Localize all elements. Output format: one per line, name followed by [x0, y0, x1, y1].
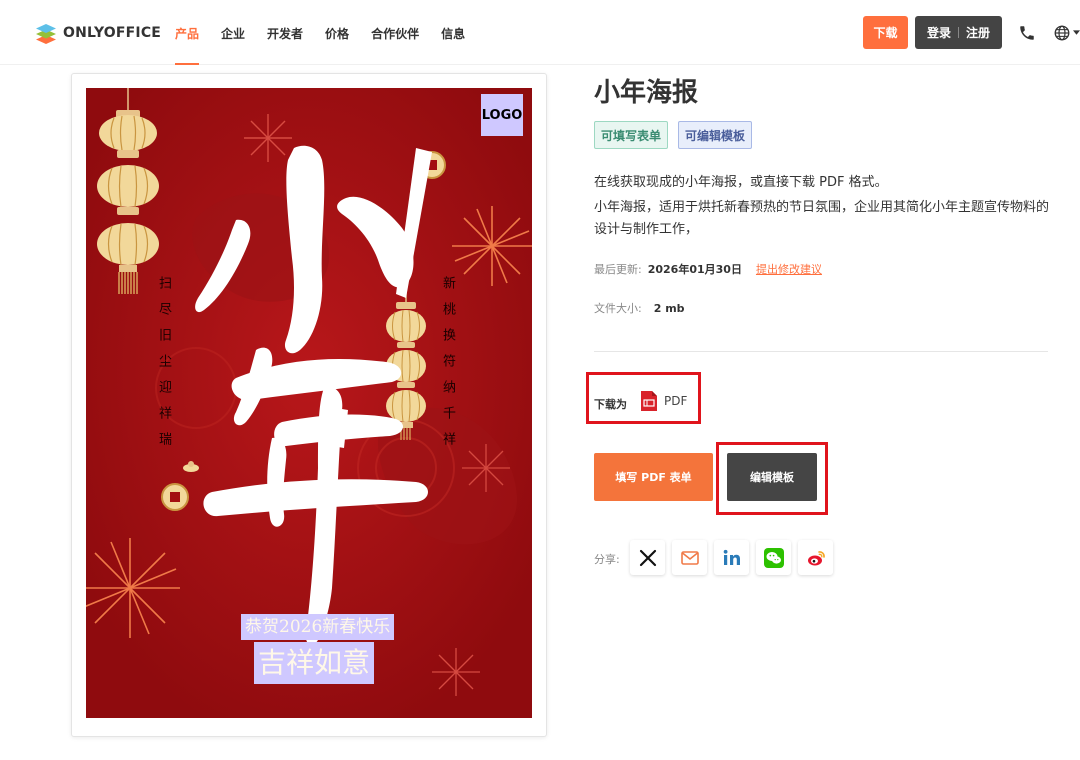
wechat-icon: [763, 547, 784, 568]
weibo-icon: [807, 550, 825, 565]
section-divider: [594, 351, 1048, 352]
firework-right-mid: [462, 444, 510, 492]
share-wechat-button[interactable]: [756, 540, 791, 575]
share-mail-button[interactable]: [672, 540, 707, 575]
pdf-file-icon: [641, 391, 657, 411]
file-size-label: 文件大小:: [594, 302, 642, 315]
tag-fillable-form: 可填写表单: [594, 121, 669, 149]
nav-item-enterprise[interactable]: 企业: [221, 25, 245, 65]
firework-right: [452, 206, 532, 286]
onlyoffice-logo-icon: [36, 24, 56, 44]
download-pdf-button[interactable]: PDF: [640, 390, 687, 412]
description-line-2: 小年海报，适用于烘托新春预热的节日氛围，企业用其简化小年主题宣传物料的设计与制作…: [594, 200, 1050, 237]
description-line-1: 在线获取现成的小年海报，或直接下载 PDF 格式。: [594, 175, 888, 190]
login-register-button[interactable]: 登录 注册: [915, 16, 1002, 49]
page-title: 小年海报: [594, 78, 699, 108]
phone-icon[interactable]: [1018, 24, 1036, 42]
last-updated-value: 2026年01月30日: [647, 263, 742, 276]
firework-bottom-right: [432, 648, 480, 696]
share-label: 分享:: [594, 553, 620, 566]
register-label[interactable]: 注册: [966, 24, 990, 41]
mail-icon: [680, 550, 699, 565]
nav-item-partners[interactable]: 合作伙伴: [371, 25, 419, 65]
auth-divider: [958, 27, 959, 38]
share-linkedin-button[interactable]: [714, 540, 749, 575]
nav-item-info[interactable]: 信息: [441, 25, 465, 65]
share-weibo-button[interactable]: [798, 540, 833, 575]
pdf-format-label: PDF: [664, 394, 688, 408]
edit-template-button[interactable]: 编辑模板: [727, 453, 817, 501]
logo-placeholder: LOGO: [481, 94, 523, 136]
fill-pdf-form-button[interactable]: 填写 PDF 表单: [594, 453, 713, 501]
site-header: ONLYOFFICE 产品 企业 开发者 价格 合作伙伴 信息 下载 登录 注册: [0, 0, 1080, 65]
onlyoffice-logo[interactable]: ONLYOFFICE: [34, 20, 161, 46]
tag-editable-template: 可编辑模板: [678, 121, 753, 149]
login-label[interactable]: 登录: [927, 24, 951, 41]
last-updated-row: 最后更新: 2026年01月30日 提出修改建议: [594, 261, 822, 277]
globe-icon[interactable]: [1053, 24, 1071, 42]
greeting-line-2: 吉祥如意: [254, 642, 375, 684]
couplet-right: 新桃换符纳千祥: [440, 276, 455, 458]
suggest-edit-link[interactable]: 提出修改建议: [756, 261, 822, 277]
file-size-row: 文件大小: 2 mb: [594, 300, 685, 316]
nav-item-developers[interactable]: 开发者: [267, 25, 303, 65]
linkedin-icon: [723, 549, 740, 565]
coin-left: [161, 483, 189, 511]
x-icon: [639, 549, 656, 566]
greeting-line-1: 恭贺2026新春快乐: [241, 614, 395, 640]
share-x-button[interactable]: [630, 540, 665, 575]
chevron-down-icon[interactable]: [1073, 30, 1080, 36]
main-nav: 产品 企业 开发者 价格 合作伙伴 信息: [175, 25, 487, 65]
download-as-label: 下载为: [594, 398, 627, 411]
header-download-button[interactable]: 下载: [863, 16, 908, 49]
firework-top: [244, 114, 292, 162]
nav-item-products[interactable]: 产品: [175, 25, 200, 65]
logo-text: ONLYOFFICE: [63, 25, 162, 41]
couplet-left: 扫尽旧尘迎祥瑞: [156, 276, 171, 458]
last-updated-label: 最后更新:: [594, 263, 642, 276]
file-size-value: 2 mb: [653, 301, 685, 315]
poster-preview-image: LOGO 扫尽旧尘迎祥瑞 新桃换符纳千祥 恭贺2026新春快乐 吉祥如意: [86, 88, 532, 718]
nav-item-pricing[interactable]: 价格: [325, 25, 349, 65]
template-preview-card: LOGO 扫尽旧尘迎祥瑞 新桃换符纳千祥 恭贺2026新春快乐 吉祥如意: [71, 73, 547, 737]
